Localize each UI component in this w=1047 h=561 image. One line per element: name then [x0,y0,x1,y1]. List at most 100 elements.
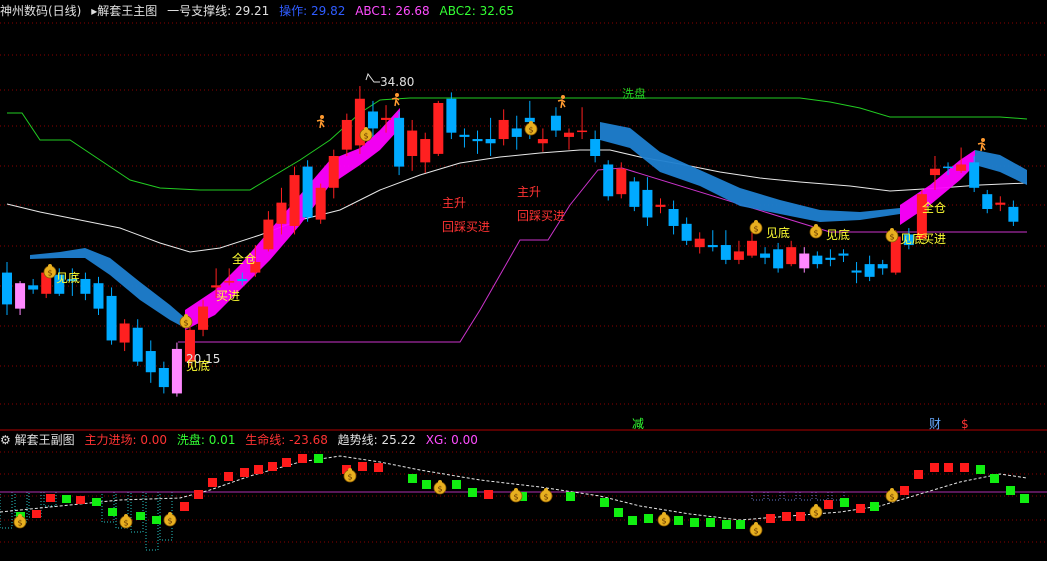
money-bag-knot [124,514,128,518]
candle-body [394,117,405,167]
money-bag-knot [48,264,52,268]
money-bag-knot [529,121,533,125]
runner-head [320,115,324,119]
sub-indicator-bar [566,492,575,501]
runner-icon [557,95,566,109]
pullback-buy-label: 回踩买进 [517,209,565,223]
abc2-readout: ABC2: 32.65 [439,4,514,18]
sub-indicator-bar [796,512,805,521]
candle-body [263,219,274,250]
sub-dotted-box [799,491,813,501]
main-chart-legend: 神州数码(日线) ▸解套王主图 一号支撑线: 29.21 操作: 29.82 A… [0,2,520,20]
candle-body [956,164,967,171]
sub-indicator-bar [422,480,431,489]
main-rise-label: 主升 [442,196,466,210]
grid-lines [0,22,1047,543]
money-bag-symbol: $ [543,493,548,502]
candle-body [93,283,104,309]
sub-indicator-bar [600,498,609,507]
sub-indicator-bar [706,518,715,527]
money-bag-knot [814,224,818,228]
candle-body [668,209,679,226]
runner-head [981,138,985,142]
candle-body [825,257,836,260]
candle-body [995,202,1006,205]
sub-indicator-panel: $ $ $ $ $ $ $ $ $ $ $ [0,454,1047,551]
runner-icon [977,138,986,152]
bottom-signal-label: 见底 [766,225,790,240]
lifeline-readout: 生命线: -23.68 [245,433,328,447]
money-bag-icon: $ [749,220,763,235]
pullback-buy-label: 回踩买进 [442,220,490,234]
candle-body [381,117,392,120]
sub-indicator-bar [1020,494,1029,503]
candle-body [733,251,744,260]
sub-indicator-bar [240,468,249,477]
high-price-leader [365,72,380,83]
candle-body [943,166,954,169]
money-bag-knot [662,512,666,516]
main-chart-name[interactable]: ▸解套王主图 [91,4,157,18]
candle-body [642,189,653,218]
candle-body [498,119,509,140]
money-bag-icon: $ [539,488,553,503]
candle-body [15,283,26,309]
money-bag-symbol: $ [183,319,188,328]
candle-body [838,253,849,256]
sub-indicator-bar [468,488,477,497]
money-bag-knot [814,504,818,508]
candle-body [171,348,182,394]
sub-indicator-bar [914,470,923,479]
candle-body [655,204,666,207]
candle-body [328,156,339,188]
operation-readout: 操作: 29.82 [279,4,346,18]
candle-body [106,295,117,341]
money-bag-symbol: $ [513,493,518,502]
sub-indicator-bar [314,454,323,463]
candle-body [433,103,444,154]
candle-body [746,240,757,256]
sub-indicator-bar [690,518,699,527]
sub-indicator-bar [208,478,217,487]
sub-indicator-bar [76,496,85,504]
money-bag-knot [364,127,368,131]
candle-body [341,119,352,150]
sub-indicator-bar [358,462,367,471]
stock-name[interactable]: 神州数码(日线) [0,4,81,18]
wash-readout: 洗盘: 0.01 [176,433,236,447]
money-bag-icon: $ [433,480,447,495]
buy-in-label: 买进 [216,289,240,303]
candle-body [877,264,888,269]
full-position-label: 全仓 [232,251,256,266]
money-bag-symbol: $ [437,485,442,494]
bottom-signal-label: 见底 [900,231,924,246]
sub-indicator-bar [268,462,277,471]
candle-body [864,264,875,277]
candle-body [2,272,12,305]
candle-body [773,249,784,269]
dollar-marker: $ [961,417,969,431]
runner-legs [319,119,325,129]
sub-chart-name[interactable]: ⚙ 解套王副图 [0,433,75,447]
sub-indicator-bar [722,520,731,529]
sub-indicator-bar [782,512,791,521]
sub-indicator-bar [108,508,117,516]
candle-body [812,255,823,265]
money-bag-knot [348,468,352,472]
candle-body [760,253,771,258]
wealth-marker: 财 [929,417,941,431]
candle-body [616,168,627,195]
sub-indicator-bar [92,498,101,506]
sub-indicator-bar [674,516,683,525]
buy-in-label: 买进 [922,232,946,246]
sub-indicator-bar [408,474,417,483]
sub-indicator-bar [840,498,849,507]
money-bag-symbol: $ [123,519,128,528]
candle-body [485,139,496,144]
sub-indicator-bar [282,458,291,467]
money-bag-knot [754,522,758,526]
money-bag-symbol: $ [47,269,52,278]
sub-indicator-bar [46,494,55,502]
candle-body [851,270,862,273]
xg-readout: XG: 0.00 [425,433,478,447]
